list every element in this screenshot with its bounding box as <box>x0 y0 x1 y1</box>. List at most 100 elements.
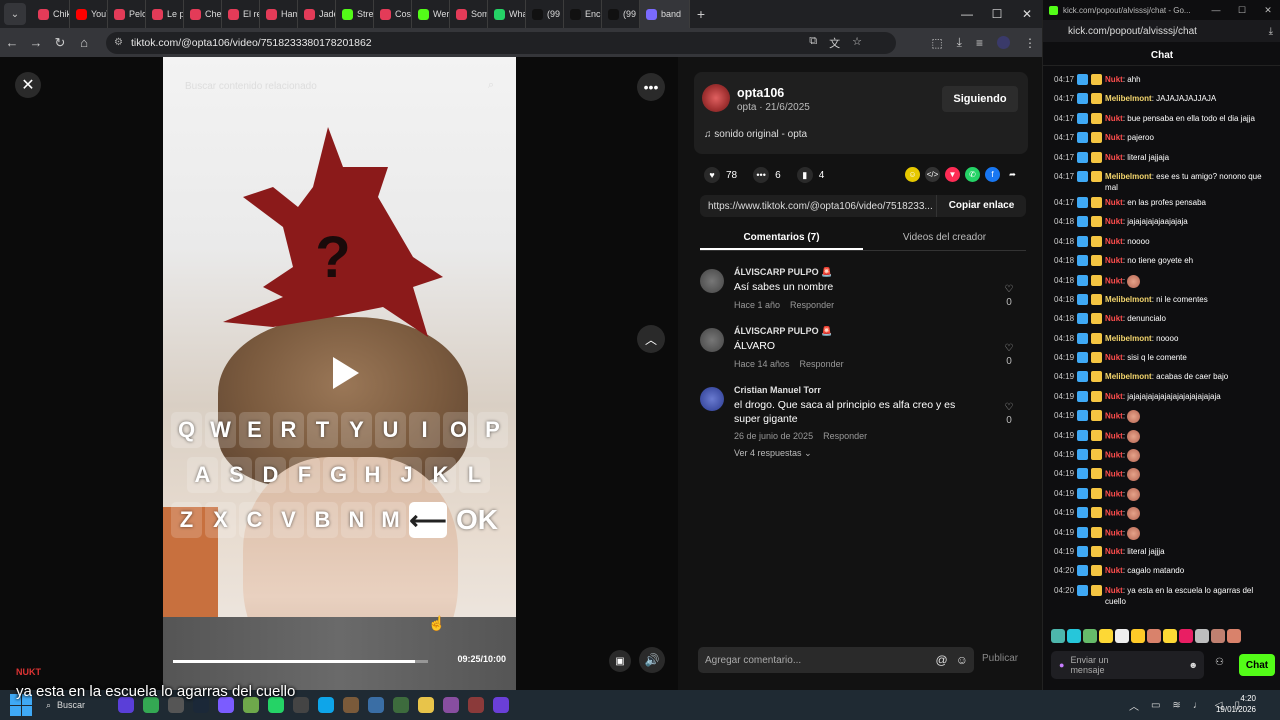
video-link[interactable]: https://www.tiktok.com/@opta106/video/75… <box>700 201 936 212</box>
tab-comments[interactable]: Comentarios (7) <box>700 225 863 250</box>
reply-button[interactable]: Responder <box>823 431 867 441</box>
previous-video-icon[interactable]: ︿ <box>637 325 665 353</box>
emote-icon[interactable] <box>1195 629 1209 643</box>
taskbar-clock[interactable]: 4:20 19/01/2026 <box>1216 693 1256 715</box>
emote-icon[interactable] <box>1083 629 1097 643</box>
chat-username[interactable]: Nukt <box>1105 528 1123 537</box>
reply-button[interactable]: Responder <box>790 300 834 310</box>
emote-icon[interactable] <box>1099 629 1113 643</box>
share-arrow-icon[interactable]: ➦ <box>1005 167 1020 182</box>
copy-link-button[interactable]: Copiar enlace <box>936 195 1026 217</box>
comment-avatar[interactable] <box>700 269 724 293</box>
chat-username[interactable]: Nukt <box>1105 217 1123 226</box>
browser-tab[interactable]: Pelo <box>108 0 146 28</box>
comment-like[interactable]: ♡ 0 <box>1002 342 1016 368</box>
emoji-icon[interactable]: ☺ <box>956 653 968 667</box>
add-comment-input[interactable]: Agregar comentario... @ ☺ <box>698 647 974 673</box>
browser-tab[interactable]: (99 <box>602 0 640 28</box>
browser-tab[interactable]: Som <box>450 0 488 28</box>
chat-username[interactable]: Nukt <box>1105 509 1123 518</box>
emote-icon[interactable] <box>1227 629 1241 643</box>
tray-chevron-icon[interactable]: ︿ <box>1129 698 1139 713</box>
browser-tab[interactable]: Wer <box>412 0 450 28</box>
taskbar-app-icon[interactable] <box>368 697 384 713</box>
whatsapp-icon[interactable]: ✆ <box>965 167 980 182</box>
chat-username[interactable]: Nukt <box>1105 153 1123 162</box>
more-options-icon[interactable]: ••• <box>637 73 665 101</box>
browser-tab[interactable]: (99 <box>526 0 564 28</box>
menu-kebab-icon[interactable]: ⋮ <box>1024 36 1036 50</box>
music-info[interactable]: ♫ sonido original - opta <box>704 129 807 140</box>
taskbar-app-icon[interactable] <box>393 697 409 713</box>
publish-button[interactable]: Publicar <box>982 653 1018 664</box>
creator-username[interactable]: opta106 <box>737 86 784 100</box>
comment-like[interactable]: ♡ 0 <box>1002 401 1016 427</box>
emote-icon[interactable] <box>1211 629 1225 643</box>
taskbar-app-icon[interactable] <box>343 697 359 713</box>
chat-username[interactable]: Nukt <box>1105 237 1123 246</box>
cast-icon[interactable]: ⧉ <box>809 35 817 51</box>
site-info-icon[interactable]: ⚙ <box>114 37 123 48</box>
emote-icon[interactable] <box>1147 629 1161 643</box>
comment-author[interactable]: ÁLVISCARP PULPO 🚨 <box>734 267 832 278</box>
chat-username[interactable]: Nukt <box>1105 470 1123 479</box>
close-window-icon[interactable]: ✕ <box>1255 0 1280 20</box>
emote-icon[interactable] <box>1131 629 1145 643</box>
media-icon[interactable]: ≡ <box>976 36 983 50</box>
minimize-icon[interactable]: — <box>1203 0 1229 20</box>
chat-message-input[interactable]: ● Enviar un mensaje ☻ <box>1051 651 1204 679</box>
taskbar-app-icon[interactable] <box>443 697 459 713</box>
chat-username[interactable]: Nukt <box>1105 489 1123 498</box>
home-icon[interactable]: ⌂ <box>72 35 96 50</box>
like-button[interactable]: ♥ 78 <box>704 167 737 183</box>
chat-username[interactable]: Nukt <box>1105 75 1123 84</box>
browser-tab[interactable]: Encu <box>564 0 602 28</box>
chat-username[interactable]: Nukt <box>1105 431 1123 440</box>
emote-icon[interactable] <box>1067 629 1081 643</box>
browser-tab[interactable]: Strea <box>336 0 374 28</box>
browser-tab[interactable]: Wha <box>488 0 526 28</box>
view-replies-button[interactable]: Ver 4 respuestas ⌄ <box>734 448 812 459</box>
comment-like[interactable]: ♡ 0 <box>1002 283 1016 309</box>
chat-username[interactable]: Nukt <box>1105 392 1123 401</box>
browser-tab[interactable]: Che <box>184 0 222 28</box>
chat-username[interactable]: Nukt <box>1105 198 1123 207</box>
taskbar-app-icon[interactable] <box>468 697 484 713</box>
chat-username[interactable]: Nukt <box>1105 353 1123 362</box>
chat-username[interactable]: Nukt <box>1105 276 1123 285</box>
facebook-icon[interactable]: f <box>985 167 1000 182</box>
chat-username[interactable]: Nukt <box>1105 586 1123 595</box>
picture-in-picture-icon[interactable]: ▣ <box>609 650 631 672</box>
chat-username[interactable]: Melibelmont <box>1105 172 1152 181</box>
chat-send-button[interactable]: Chat <box>1239 654 1275 676</box>
chat-username[interactable]: Melibelmont <box>1105 334 1152 343</box>
chat-username[interactable]: Nukt <box>1105 451 1123 460</box>
download-icon[interactable]: ⤓ <box>957 35 962 50</box>
chat-username[interactable]: Nukt <box>1105 133 1123 142</box>
maximize-icon[interactable]: ☐ <box>982 0 1012 28</box>
chat-username[interactable]: Nukt <box>1105 314 1123 323</box>
translate-icon[interactable]: 文 <box>829 35 840 51</box>
play-icon[interactable] <box>323 352 365 394</box>
mention-icon[interactable]: @ <box>936 653 948 667</box>
bookmark-star-icon[interactable]: ☆ <box>852 35 862 51</box>
browser-tab[interactable]: El re <box>222 0 260 28</box>
comment-avatar[interactable] <box>700 387 724 411</box>
video-progress-bar[interactable] <box>173 660 428 663</box>
save-button[interactable]: ▮ 4 <box>796 167 824 183</box>
chat-username[interactable]: Nukt <box>1105 547 1123 556</box>
browser-tab[interactable]: Jade <box>298 0 336 28</box>
browser-tab[interactable]: Chik <box>32 0 70 28</box>
wifi-icon[interactable]: ≋ <box>1172 700 1180 711</box>
close-icon[interactable]: ✕ <box>15 72 41 98</box>
comment-avatar[interactable] <box>700 328 724 352</box>
chat-messages[interactable]: 04:17 Nukt: ahh 04:17 Melibelmont: JAJAJAJA… <box>1043 72 1280 622</box>
chat-address-bar[interactable]: kick.com/popout/alvisssj/chat ⤓ <box>1043 20 1280 42</box>
repost-icon[interactable]: ☺ <box>905 167 920 182</box>
browser-tab[interactable]: band <box>640 0 690 28</box>
emote-icon[interactable] <box>1179 629 1193 643</box>
taskbar-app-icon[interactable] <box>493 697 509 713</box>
emote-icon[interactable] <box>1051 629 1065 643</box>
comment-author[interactable]: ÁLVISCARP PULPO 🚨 <box>734 326 832 337</box>
embed-icon[interactable]: </> <box>925 167 940 182</box>
